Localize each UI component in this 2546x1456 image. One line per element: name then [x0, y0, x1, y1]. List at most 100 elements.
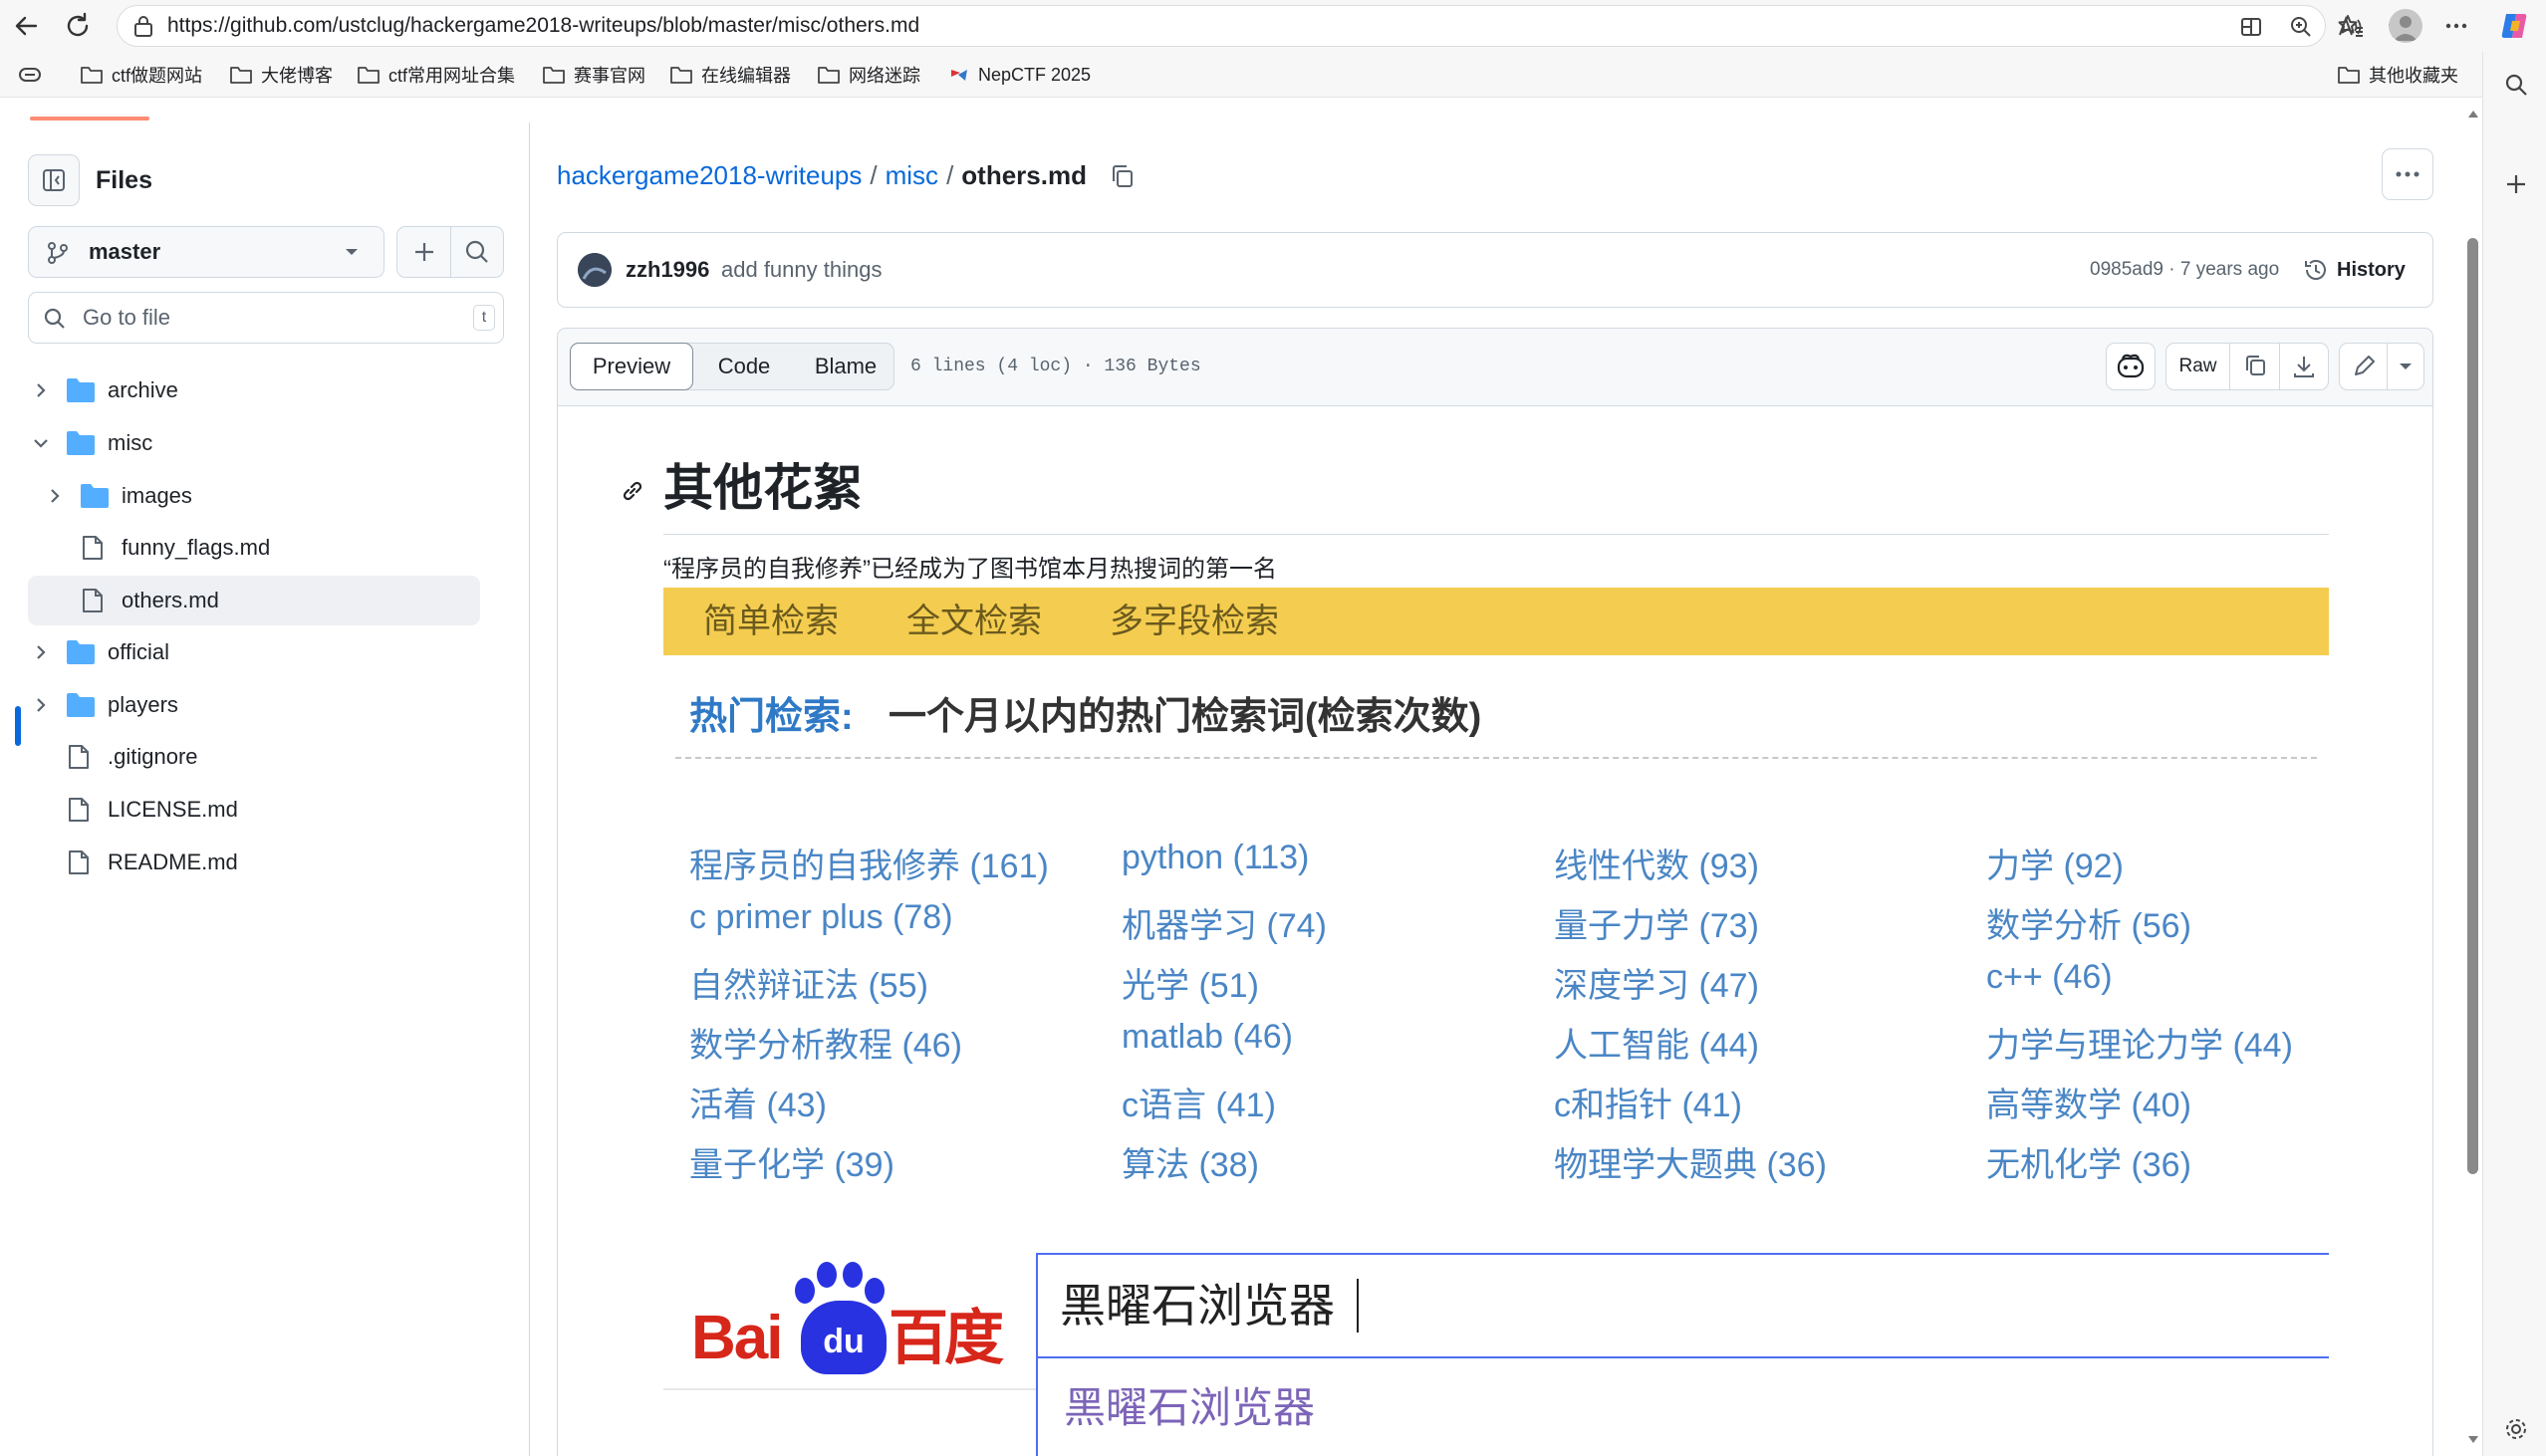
baidu-logo-cn: 百度	[889, 1305, 1004, 1371]
bookmark-folder-3[interactable]: 赛事官网	[542, 52, 645, 98]
go-to-file-placeholder: Go to file	[83, 305, 171, 330]
breadcrumb-repo-link[interactable]: hackergame2018-writeups	[557, 160, 862, 191]
file-info: 6 lines (4 loc) · 136 Bytes	[910, 357, 1201, 376]
file-icon	[68, 797, 90, 823]
breadcrumb: hackergame2018-writeups / misc / others.…	[557, 160, 1137, 191]
library-tab: 全文检索	[906, 603, 1042, 640]
reload-icon[interactable]	[62, 10, 94, 42]
copy-raw-button[interactable]	[2230, 344, 2280, 389]
more-file-actions-button[interactable]	[2382, 148, 2433, 200]
baidu-logo-du-text: du	[823, 1323, 865, 1360]
tree-item-label: players	[108, 692, 178, 717]
zoom-icon[interactable]	[2289, 15, 2313, 39]
tree-item-label: funny_flags.md	[122, 535, 271, 560]
back-icon[interactable]	[10, 10, 42, 42]
anchor-link-icon[interactable]	[620, 478, 645, 504]
other-bookmarks[interactable]: 其他收藏夹	[2337, 52, 2458, 98]
chevron-right-icon[interactable]	[34, 381, 48, 399]
folder-icon	[66, 692, 96, 718]
edit-file-button[interactable]	[2340, 344, 2388, 389]
page-scrollbar[interactable]	[2464, 99, 2480, 1456]
breadcrumb-separator: /	[870, 160, 878, 190]
site-info-icon[interactable]	[131, 15, 155, 39]
scroll-up-icon[interactable]	[2467, 109, 2479, 119]
file-icon	[82, 535, 104, 561]
browser-side-rail	[2482, 52, 2546, 1456]
tab-preview[interactable]: Preview	[570, 343, 693, 390]
tree-item-players[interactable]: players	[28, 680, 480, 730]
tree-item-funny-flags[interactable]: funny_flags.md	[28, 523, 480, 573]
address-bar[interactable]: https://github.com/ustclug/hackergame201…	[117, 5, 2411, 47]
bookmark-nepctf[interactable]: NepCTF 2025	[948, 52, 1091, 98]
more-options-icon[interactable]	[2442, 12, 2470, 40]
bookmark-folder-4[interactable]: 在线编辑器	[669, 52, 791, 98]
chevron-right-icon[interactable]	[48, 487, 62, 505]
hot-term: 无机化学 (36)	[1986, 1146, 2191, 1184]
split-screen-icon[interactable]	[2239, 15, 2263, 39]
edit-dropdown-button[interactable]	[2388, 344, 2423, 389]
baidu-search-input[interactable]: 黑曜石浏览器	[1036, 1253, 2329, 1358]
bookmark-label: 大佬博客	[261, 66, 333, 86]
search-files-button[interactable]	[451, 227, 505, 277]
tree-item-archive[interactable]: archive	[28, 365, 480, 415]
tree-item-readme[interactable]: README.md	[28, 838, 480, 887]
file-icon	[82, 588, 104, 613]
raw-button[interactable]: Raw	[2166, 344, 2230, 389]
tree-item-images[interactable]: images	[28, 471, 480, 521]
folder-icon	[542, 65, 574, 85]
hot-search-label: 热门检索:	[689, 696, 854, 738]
history-button[interactable]: History	[2337, 233, 2406, 307]
bookmark-folder-2[interactable]: ctf常用网址合集	[357, 52, 515, 98]
chevron-right-icon[interactable]	[34, 696, 48, 714]
profile-avatar[interactable]	[2389, 9, 2422, 43]
commit-meta[interactable]: 0985ad9 · 7 years ago	[2090, 233, 2279, 307]
bookmark-folder-1[interactable]: 大佬博客	[229, 52, 333, 98]
commit-message[interactable]: add funny things	[721, 233, 882, 307]
hot-term: 力学 (92)	[1986, 848, 2124, 885]
bookmark-label: 赛事官网	[574, 66, 645, 86]
tree-item-official[interactable]: official	[28, 627, 480, 677]
chevron-right-icon[interactable]	[34, 643, 48, 661]
chevron-down-icon[interactable]	[32, 436, 50, 450]
copy-path-icon[interactable]	[1109, 162, 1137, 190]
settings-gear-icon[interactable]	[2503, 1416, 2529, 1442]
scroll-down-icon[interactable]	[2467, 1435, 2479, 1445]
download-raw-button[interactable]	[2280, 344, 2330, 389]
folder-icon	[229, 65, 261, 85]
bookmark-folder-0[interactable]: ctf做题网站	[80, 52, 202, 98]
avatar[interactable]	[578, 253, 612, 287]
tab-blame[interactable]: Blame	[796, 344, 895, 389]
browser-toolbar: https://github.com/ustclug/hackergame201…	[0, 0, 2546, 52]
scrollbar-thumb[interactable]	[2467, 238, 2478, 1174]
commit-author[interactable]: zzh1996	[626, 233, 709, 307]
copilot-icon[interactable]	[2498, 10, 2530, 42]
bookmark-folder-5[interactable]: 网络迷踪	[817, 52, 920, 98]
search-icon	[43, 307, 67, 331]
search-icon[interactable]	[2503, 72, 2529, 98]
reading-list-icon[interactable]	[18, 65, 42, 85]
folder-open-icon	[66, 430, 96, 456]
tree-item-misc[interactable]: misc	[28, 418, 480, 468]
go-to-file-input[interactable]: Go to file t	[28, 292, 504, 344]
tree-item-gitignore[interactable]: .gitignore	[28, 732, 480, 782]
hot-term: 光学 (51)	[1122, 967, 1259, 1005]
tab-code[interactable]: Code	[694, 344, 794, 389]
bookmark-label: ctf常用网址合集	[388, 66, 516, 86]
collapse-sidebar-button[interactable]	[28, 154, 80, 206]
tree-item-license[interactable]: LICENSE.md	[28, 785, 480, 835]
branch-name: master	[89, 239, 161, 264]
copilot-button[interactable]	[2106, 343, 2156, 390]
tree-actions	[396, 226, 504, 278]
add-file-button[interactable]	[397, 227, 451, 277]
hot-term: 数学分析教程 (46)	[689, 1027, 962, 1065]
add-icon[interactable]	[2503, 171, 2529, 197]
hot-term: 线性代数 (93)	[1554, 848, 1759, 885]
tree-item-others-md[interactable]: others.md	[28, 576, 480, 625]
file-tree-sidebar: Files master Go to file t archive misc i…	[0, 122, 530, 1456]
branch-selector[interactable]: master	[28, 226, 384, 278]
folder-icon	[66, 377, 96, 403]
text-cursor	[1357, 1279, 1359, 1333]
favorites-icon[interactable]	[2337, 12, 2365, 40]
breadcrumb-folder-link[interactable]: misc	[886, 160, 938, 191]
baidu-suggestion-item[interactable]: 黑曜石浏览器	[1064, 1374, 1315, 1435]
